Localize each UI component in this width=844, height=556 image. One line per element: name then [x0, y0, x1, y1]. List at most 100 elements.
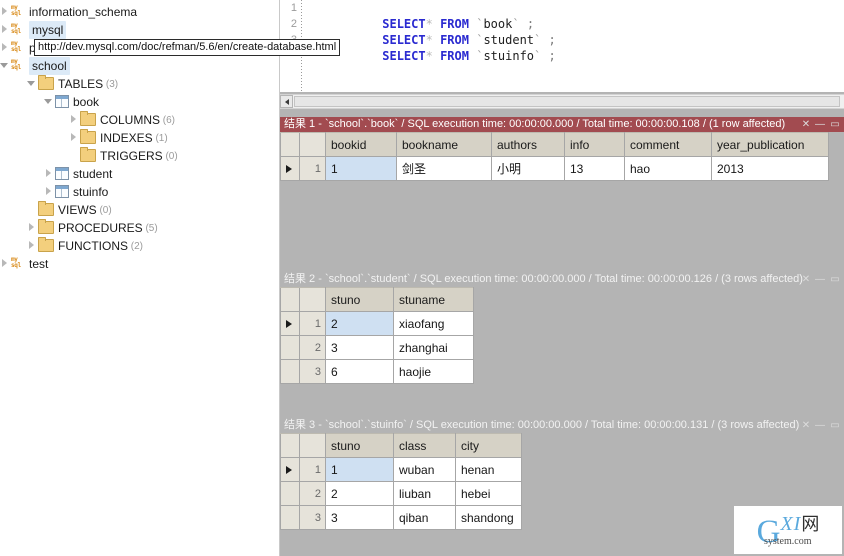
grid-cell[interactable]: 1 [325, 457, 394, 482]
tree-item-information-schema[interactable]: my sql information_schema [0, 2, 137, 20]
row-number-cell[interactable]: 2 [299, 335, 326, 360]
grid-cell[interactable]: 3 [325, 505, 394, 530]
result-window-controls[interactable]: ✕ — ▭ [796, 274, 842, 285]
result-close-icon[interactable]: ✕ [800, 274, 812, 285]
grid-cell[interactable]: 1 [325, 156, 397, 181]
chevron-right-icon[interactable] [69, 132, 80, 143]
column-header[interactable]: comment [624, 132, 712, 157]
editor-horizontal-scrollbar[interactable] [280, 94, 844, 109]
grid-cell[interactable]: shandong [455, 505, 522, 530]
table-row[interactable]: 2 2 liuban hebei [280, 481, 522, 506]
column-header[interactable]: stuno [325, 433, 394, 458]
column-header[interactable]: bookid [325, 132, 397, 157]
row-marker-cell[interactable] [280, 156, 300, 181]
row-marker-cell[interactable] [280, 505, 300, 530]
chevron-right-icon[interactable] [44, 186, 55, 197]
result-grid[interactable]: stuno class city 1 1 wuban henan 2 2 liuban hebei 3… [280, 433, 522, 530]
row-marker-cell[interactable] [280, 457, 300, 482]
result-title-bar[interactable]: 结果 1 - `school`.`book` / SQL execution t… [280, 117, 844, 132]
row-number-cell[interactable]: 2 [299, 481, 326, 506]
grid-cell[interactable]: zhanghai [393, 335, 474, 360]
tree-item-tables[interactable]: TABLES (3) [0, 74, 118, 92]
tree-item-school[interactable]: my sql school [0, 56, 70, 75]
chevron-right-icon[interactable] [27, 240, 38, 251]
chevron-down-icon[interactable] [27, 78, 38, 89]
result-restore-icon[interactable]: ▭ [829, 274, 841, 285]
tree-item-procedures[interactable]: PROCEDURES (5) [0, 218, 158, 236]
row-marker-cell[interactable] [280, 335, 300, 360]
result-title-bar[interactable]: 结果 3 - `school`.`stuinfo` / SQL executio… [280, 418, 844, 433]
tree-item-student[interactable]: student [0, 164, 112, 182]
grid-cell[interactable]: 3 [325, 335, 394, 360]
grid-cell[interactable]: henan [455, 457, 522, 482]
table-row[interactable]: 3 6 haojie [280, 359, 474, 384]
grid-cell[interactable]: 小明 [491, 156, 565, 181]
chevron-right-icon[interactable] [44, 168, 55, 179]
grid-cell[interactable]: 2 [325, 311, 394, 336]
chevron-down-icon[interactable] [0, 60, 11, 71]
grid-cell[interactable]: haojie [393, 359, 474, 384]
chevron-right-icon[interactable] [0, 42, 11, 53]
grid-cell[interactable]: 6 [325, 359, 394, 384]
result-window-controls[interactable]: ✕ — ▭ [796, 119, 842, 130]
grid-cell[interactable]: 13 [564, 156, 625, 181]
table-row[interactable]: 1 1 wuban henan [280, 457, 522, 482]
row-marker-cell[interactable] [280, 359, 300, 384]
column-header[interactable]: city [455, 433, 522, 458]
result-title-bar[interactable]: 结果 2 - `school`.`student` / SQL executio… [280, 272, 844, 287]
column-header[interactable]: bookname [396, 132, 492, 157]
column-header[interactable]: year_publication [711, 132, 829, 157]
grid-cell[interactable]: liuban [393, 481, 456, 506]
grid-cell[interactable]: wuban [393, 457, 456, 482]
grid-cell[interactable]: hao [624, 156, 712, 181]
chevron-down-icon[interactable] [44, 96, 55, 107]
row-number-cell[interactable]: 1 [299, 311, 326, 336]
chevron-right-icon[interactable] [27, 222, 38, 233]
scrollbar-thumb[interactable] [294, 96, 840, 107]
tree-item-functions[interactable]: FUNCTIONS (2) [0, 236, 143, 254]
object-browser-tree[interactable]: mysqlinformation_schemamysqlmysqlmysqlpe… [0, 0, 280, 556]
grid-cell[interactable]: 2 [325, 481, 394, 506]
tree-item-test[interactable]: my sql test [0, 254, 48, 272]
result-grid[interactable]: stuno stuname 1 2 xiaofang 2 3 zhanghai 3 6 haojie [280, 287, 474, 384]
result-grid[interactable]: bookid bookname authors info comment year_pub… [280, 132, 829, 181]
row-number-cell[interactable]: 3 [299, 505, 326, 530]
row-marker-cell[interactable] [280, 481, 300, 506]
row-number-cell[interactable]: 3 [299, 359, 326, 384]
row-number-cell[interactable]: 1 [299, 156, 326, 181]
grid-cell[interactable]: xiaofang [393, 311, 474, 336]
table-row[interactable]: 3 3 qiban shandong [280, 505, 522, 530]
tree-item-indexes[interactable]: INDEXES (1) [0, 128, 168, 146]
table-row[interactable]: 2 3 zhanghai [280, 335, 474, 360]
result-close-icon[interactable]: ✕ [800, 119, 812, 130]
table-row[interactable]: 1 1 剑圣 小明 13 hao 2013 [280, 156, 829, 181]
chevron-right-icon[interactable] [0, 258, 11, 269]
tree-item-views[interactable]: VIEWS (0) [0, 200, 112, 218]
tree-item-columns[interactable]: COLUMNS (6) [0, 110, 175, 128]
grid-cell[interactable]: hebei [455, 481, 522, 506]
grid-cell[interactable]: 剑圣 [396, 156, 492, 181]
tree-item-stuinfo[interactable]: stuinfo [0, 182, 108, 200]
scroll-left-arrow-icon[interactable] [280, 95, 293, 108]
grid-cell[interactable]: qiban [393, 505, 456, 530]
column-header[interactable]: stuname [393, 287, 474, 312]
result-minimize-icon[interactable]: — [814, 274, 826, 285]
column-header[interactable]: class [393, 433, 456, 458]
tree-item-book[interactable]: book [0, 92, 99, 110]
result-restore-icon[interactable]: ▭ [829, 420, 841, 431]
chevron-right-icon[interactable] [69, 114, 80, 125]
sql-editor[interactable]: 1 2 3 SELECT* FROM `book` ; SELECT* FROM… [280, 0, 844, 92]
result-restore-icon[interactable]: ▭ [829, 119, 841, 130]
row-number-cell[interactable]: 1 [299, 457, 326, 482]
result-close-icon[interactable]: ✕ [800, 420, 812, 431]
table-row[interactable]: 1 2 xiaofang [280, 311, 474, 336]
sql-line[interactable]: SELECT* FROM `book` ; [310, 0, 844, 31]
row-marker-cell[interactable] [280, 311, 300, 336]
column-header[interactable]: authors [491, 132, 565, 157]
tree-item-triggers[interactable]: TRIGGERS (0) [0, 146, 178, 164]
result-window-controls[interactable]: ✕ — ▭ [796, 420, 842, 431]
column-header[interactable]: info [564, 132, 625, 157]
tree-item-mysql[interactable]: my sql mysql [0, 20, 67, 39]
sql-code-area[interactable]: SELECT* FROM `book` ; SELECT* FROM `stud… [310, 0, 844, 92]
column-header[interactable]: stuno [325, 287, 394, 312]
